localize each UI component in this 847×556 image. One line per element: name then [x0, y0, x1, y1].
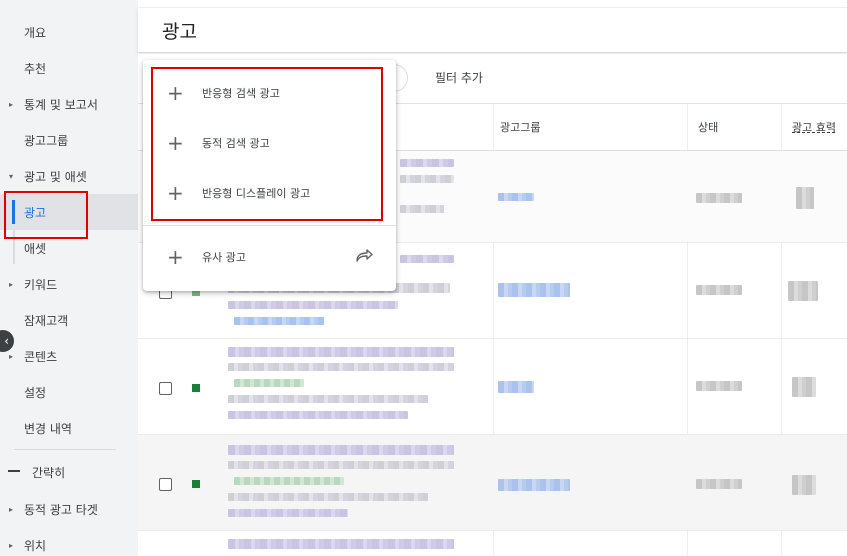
table-row[interactable]: [138, 531, 847, 556]
redacted-status: [696, 193, 742, 203]
sidebar-item-label: 변경 내역: [24, 421, 72, 436]
sidebar-item-recommendations[interactable]: 추천: [0, 50, 138, 86]
sidebar-item-label: 동적 광고 타겟: [24, 502, 98, 517]
sidebar-item-ad-groups[interactable]: 광고그룹: [0, 122, 138, 158]
redacted-text: [228, 539, 454, 549]
sidebar-item-content[interactable]: ▸ 콘텐츠: [0, 338, 138, 374]
menu-divider: [143, 225, 396, 226]
page-title: 광고: [162, 21, 197, 43]
expand-arrow-icon: ▸: [9, 351, 14, 361]
menu-item-similar-ad[interactable]: + 유사 광고: [143, 232, 396, 282]
redacted-text: [228, 301, 398, 309]
sidebar-item-overview[interactable]: 개요: [0, 14, 138, 50]
sidebar-item-label: 광고그룹: [24, 133, 69, 148]
redacted-strength: [796, 187, 814, 209]
table-row[interactable]: [138, 339, 847, 435]
expand-arrow-icon: ▸: [9, 99, 14, 109]
redacted-strength: [788, 281, 818, 301]
redacted-text: [400, 205, 444, 213]
sidebar-simple-toggle[interactable]: 간략히: [0, 454, 138, 490]
status-dot-icon: [192, 384, 200, 392]
sidebar-item-label: 개요: [24, 25, 47, 40]
sidebar-item-change-history[interactable]: 변경 내역: [0, 410, 138, 446]
expand-arrow-icon: ▸: [9, 504, 14, 514]
sidebar-item-audiences[interactable]: 잠재고객: [0, 302, 138, 338]
add-filter-button[interactable]: 필터 추가: [435, 69, 483, 86]
sidebar-item-label: 콘텐츠: [24, 349, 58, 364]
status-dot-icon: [192, 480, 200, 488]
redacted-link: [498, 479, 570, 491]
redacted-text: [228, 461, 454, 469]
highlight-box-menu: [151, 67, 383, 221]
sidebar-item-label: 추천: [24, 61, 47, 76]
sidebar-item-label: 간략히: [32, 465, 66, 480]
redacted-text: [228, 493, 428, 501]
top-strip: [138, 0, 847, 8]
redacted-text: [228, 363, 454, 371]
table-row[interactable]: [138, 435, 847, 531]
expand-arrow-icon: ▸: [9, 279, 14, 289]
highlight-box-sidebar: [4, 191, 88, 239]
redacted-text: [400, 175, 454, 183]
plus-icon: +: [167, 245, 184, 269]
sidebar-item-label: 설정: [24, 385, 47, 400]
redacted-strength: [792, 475, 816, 495]
row-checkbox[interactable]: [159, 478, 172, 491]
redacted-text: [228, 395, 428, 403]
collapse-arrow-icon: ▾: [9, 171, 14, 181]
redacted-status: [696, 381, 742, 391]
redacted-text: [228, 411, 408, 419]
column-header-ad-group[interactable]: 광고그룹: [500, 104, 540, 150]
sidebar-item-label: 잠재고객: [24, 313, 69, 328]
share-arrow-icon: [356, 249, 373, 262]
sidebar-item-label: 광고 및 애셋: [24, 169, 87, 184]
redacted-text: [400, 159, 454, 167]
expand-arrow-icon: ▸: [9, 540, 14, 550]
column-header-ad-strength[interactable]: 광고 효력: [792, 104, 836, 150]
sidebar-item-label: 통계 및 보고서: [24, 97, 98, 112]
redacted-link: [498, 283, 570, 297]
column-header-status[interactable]: 상태: [698, 104, 718, 150]
redacted-status: [696, 479, 742, 489]
menu-item-label: 유사 광고: [202, 251, 246, 264]
sidebar-item-label: 위치: [24, 538, 47, 553]
minus-icon: [8, 470, 20, 472]
redacted-text: [400, 255, 454, 263]
redacted-text: [234, 477, 344, 485]
redacted-text: [234, 379, 304, 387]
sidebar-item-dynamic-ad-targets[interactable]: ▸ 동적 광고 타겟: [0, 491, 138, 527]
app-root: 개요 추천 ▸ 통계 및 보고서 광고그룹 ▾ 광고 및 애셋 광고 애셋 ▸ …: [0, 0, 847, 556]
redacted-strength: [792, 377, 816, 397]
sidebar-item-label: 애셋: [24, 241, 47, 256]
row-checkbox[interactable]: [159, 382, 172, 395]
redacted-link: [498, 381, 534, 393]
sidebar-item-keywords[interactable]: ▸ 키워드: [0, 266, 138, 302]
sidebar: 개요 추천 ▸ 통계 및 보고서 광고그룹 ▾ 광고 및 애셋 광고 애셋 ▸ …: [0, 0, 138, 556]
redacted-link: [234, 317, 324, 325]
redacted-status: [696, 285, 742, 295]
sidebar-item-label: 키워드: [24, 277, 58, 292]
page-header: 광고: [138, 8, 847, 53]
sidebar-divider: [14, 449, 116, 450]
sidebar-item-ads-assets[interactable]: ▾ 광고 및 애셋: [0, 158, 138, 194]
sidebar-item-settings[interactable]: 설정: [0, 374, 138, 410]
redacted-text: [228, 509, 348, 517]
sidebar-item-locations[interactable]: ▸ 위치: [0, 527, 138, 556]
redacted-text: [228, 445, 454, 455]
redacted-link: [498, 193, 534, 201]
redacted-text: [228, 347, 454, 357]
sidebar-item-stats-reports[interactable]: ▸ 통계 및 보고서: [0, 86, 138, 122]
